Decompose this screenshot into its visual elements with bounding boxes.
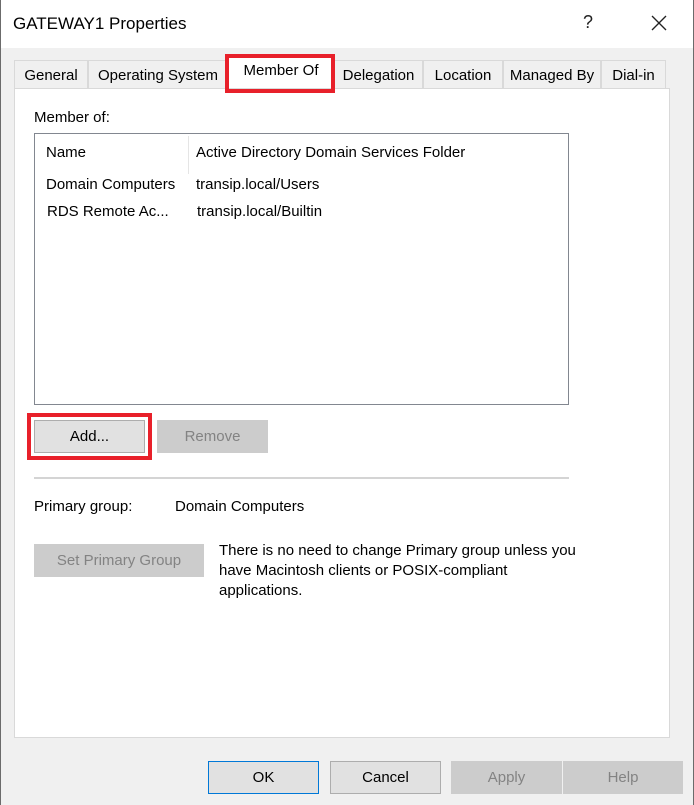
- primary-group-note: There is no need to change Primary group…: [219, 542, 576, 599]
- list-item-name: Domain Computers: [46, 176, 176, 193]
- tab-member-of[interactable]: Member Of: [228, 56, 334, 88]
- tab-delegation[interactable]: Delegation: [334, 60, 423, 88]
- set-primary-group-button[interactable]: Set Primary Group: [34, 544, 204, 577]
- primary-group-label: Primary group:: [34, 498, 133, 515]
- help-icon[interactable]: ?: [583, 12, 593, 33]
- apply-button[interactable]: Apply: [451, 761, 562, 794]
- tab-managed-by[interactable]: Managed By: [503, 60, 601, 88]
- member-of-label: Member of:: [34, 109, 110, 126]
- close-icon[interactable]: [647, 8, 673, 38]
- properties-dialog: GATEWAY1 Properties ? General Operating …: [0, 0, 694, 805]
- list-item[interactable]: RDS Remote Ac... transip.local/Builtin: [35, 199, 568, 225]
- add-button[interactable]: Add...: [34, 420, 145, 453]
- section-divider: [34, 477, 569, 479]
- title-bar: GATEWAY1 Properties ?: [1, 0, 693, 48]
- member-of-list[interactable]: Name Active Directory Domain Services Fo…: [34, 133, 569, 405]
- window-title: GATEWAY1 Properties: [13, 14, 187, 33]
- column-header-folder[interactable]: Active Directory Domain Services Folder: [196, 144, 465, 161]
- tab-operating-system[interactable]: Operating System: [88, 60, 228, 88]
- ok-button[interactable]: OK: [208, 761, 319, 794]
- cancel-button[interactable]: Cancel: [330, 761, 441, 794]
- tab-location[interactable]: Location: [423, 60, 503, 88]
- list-item-name: RDS Remote Ac...: [47, 203, 169, 220]
- help-button[interactable]: Help: [563, 761, 683, 794]
- list-item-folder: transip.local/Users: [196, 176, 320, 193]
- primary-group-value: Domain Computers: [175, 498, 305, 515]
- list-item[interactable]: Domain Computers transip.local/Users: [35, 172, 568, 198]
- tab-dial-in[interactable]: Dial-in: [601, 60, 666, 88]
- remove-button[interactable]: Remove: [157, 420, 268, 453]
- list-item-folder: transip.local/Builtin: [197, 203, 323, 220]
- column-separator[interactable]: [188, 136, 189, 174]
- tab-general[interactable]: General: [14, 60, 88, 88]
- column-header-name[interactable]: Name: [46, 144, 86, 161]
